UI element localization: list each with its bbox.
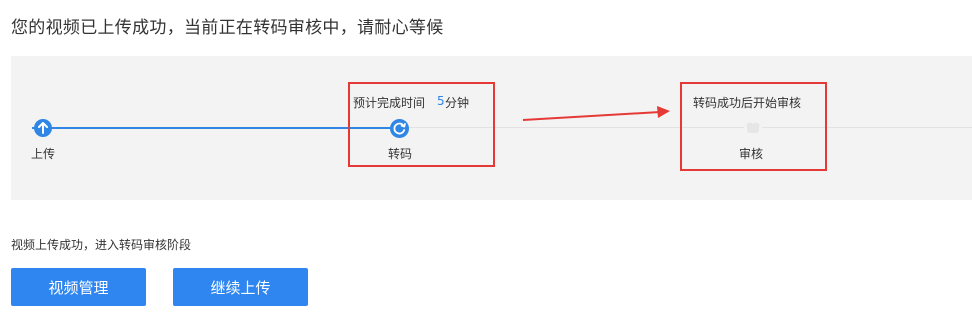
page-title: 您的视频已上传成功，当前正在转码审核中，请耐心等候 — [11, 18, 444, 38]
step-label-upload: 上传 — [31, 147, 56, 161]
video-management-button[interactable]: 视频管理 — [11, 268, 146, 306]
highlight-box-review — [680, 82, 827, 171]
continue-upload-button[interactable]: 继续上传 — [173, 268, 308, 306]
highlight-box-transcode — [348, 82, 495, 167]
progress-line-completed — [32, 127, 400, 129]
status-message: 视频上传成功，进入转码审核阶段 — [11, 238, 192, 252]
arrow-up-icon — [34, 119, 52, 137]
